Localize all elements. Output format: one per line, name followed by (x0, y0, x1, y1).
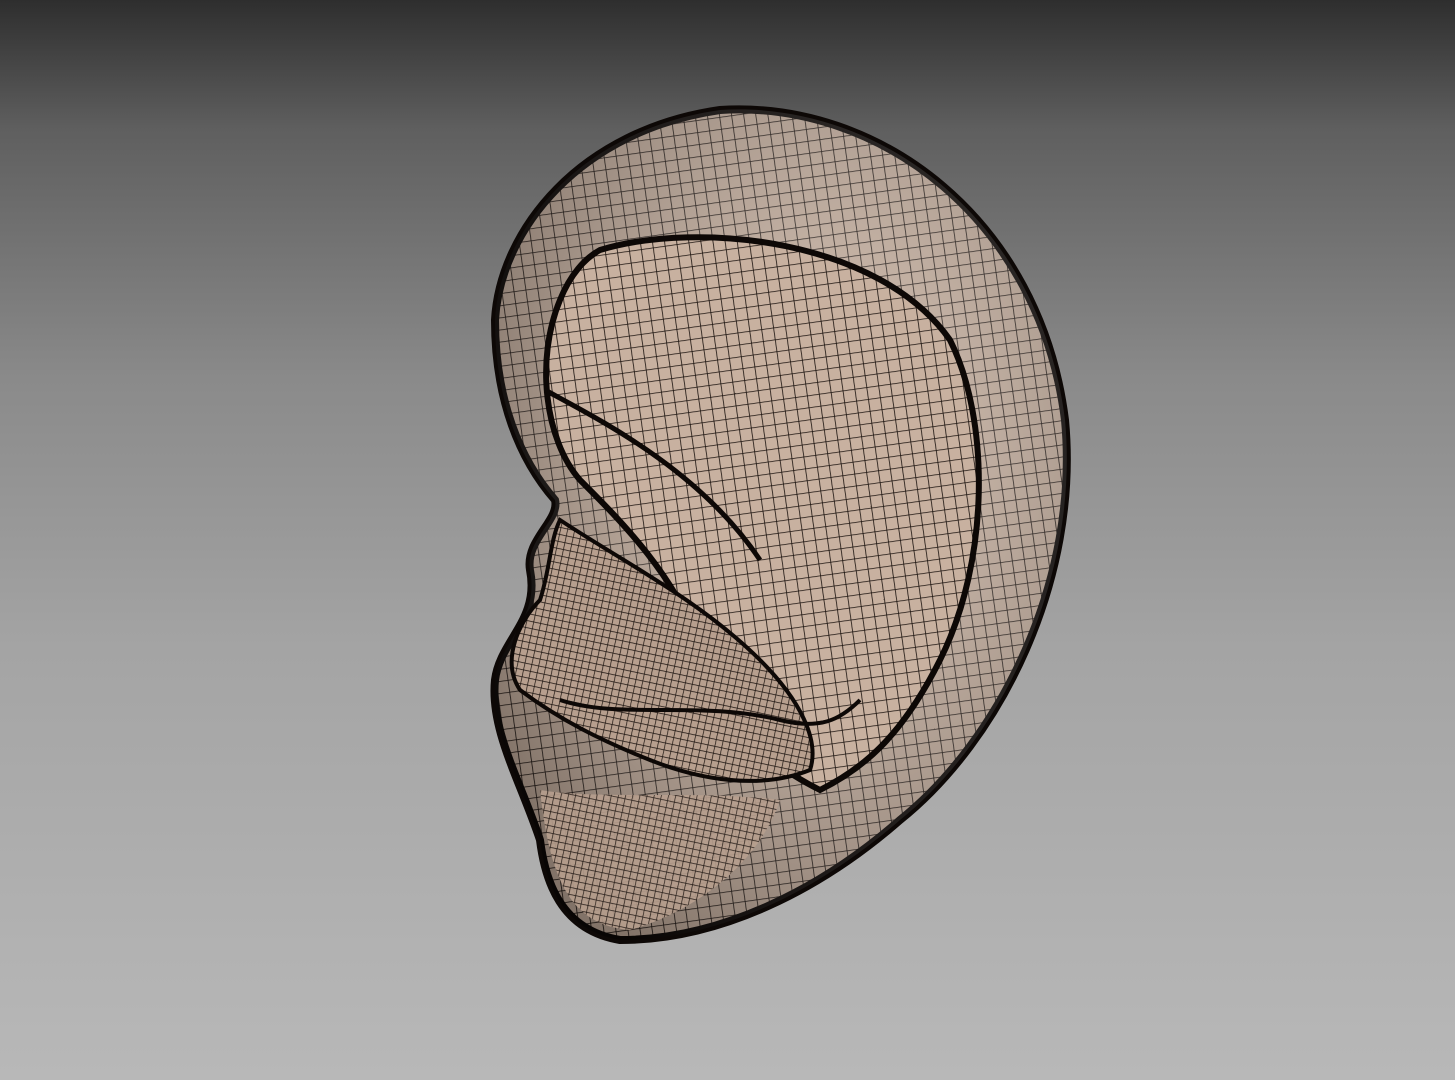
3d-viewport[interactable] (0, 0, 1455, 1080)
ear-mesh-render (490, 105, 1071, 945)
